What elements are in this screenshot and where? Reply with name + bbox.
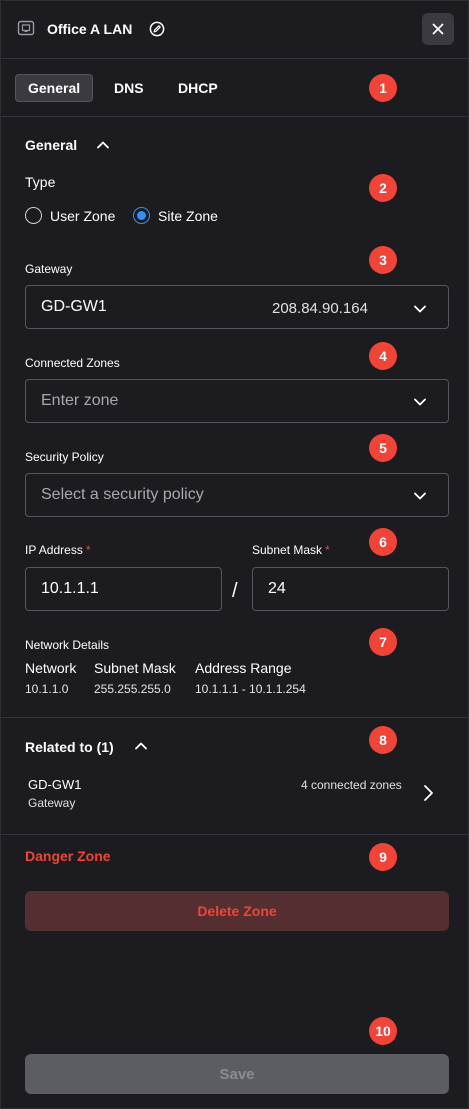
address-range-value: 10.1.1.1 - 10.1.1.254 — [195, 682, 306, 696]
network-header: Network — [25, 660, 77, 676]
zone-details-panel: Office A LAN General DNS DHCP 1 General … — [0, 0, 469, 1109]
chevron-up-icon[interactable] — [96, 138, 110, 152]
tab-dns[interactable]: DNS — [102, 74, 156, 102]
related-divider — [1, 834, 469, 835]
radio-user-zone[interactable]: User Zone — [25, 207, 115, 224]
callout-badge-3: 3 — [369, 246, 397, 274]
tabs-divider — [1, 116, 469, 117]
callout-badge-7: 7 — [369, 628, 397, 656]
chevron-up-icon[interactable] — [134, 739, 148, 753]
callout-badge-10: 10 — [369, 1017, 397, 1045]
radio-checked-icon — [133, 207, 150, 224]
security-policy-label: Security Policy — [25, 450, 104, 464]
chevron-right-icon — [424, 785, 433, 801]
page-title: Office A LAN — [47, 21, 133, 37]
subnet-mask-detail-value: 255.255.255.0 — [94, 682, 171, 696]
security-policy-select[interactable]: Select a security policy — [25, 473, 449, 517]
network-details-label: Network Details — [25, 638, 110, 652]
callout-badge-8: 8 — [369, 726, 397, 754]
ip-address-value: 10.1.1.1 — [41, 580, 99, 597]
chevron-down-icon — [414, 492, 426, 500]
callout-badge-9: 9 — [369, 843, 397, 871]
chevron-down-icon — [414, 305, 426, 313]
related-section-title: Related to (1) — [25, 739, 114, 755]
callout-badge-1: 1 — [369, 74, 397, 102]
subnet-mask-header: Subnet Mask — [94, 660, 176, 676]
delete-zone-button[interactable]: Delete Zone — [25, 891, 449, 931]
ip-address-field[interactable]: 10.1.1.1 — [25, 567, 222, 611]
network-port-icon — [17, 20, 35, 36]
gateway-label: Gateway — [25, 262, 73, 276]
chevron-down-icon — [414, 398, 426, 406]
edit-icon[interactable] — [149, 21, 165, 37]
callout-badge-2: 2 — [369, 174, 397, 202]
tab-general[interactable]: General — [15, 74, 94, 102]
close-button[interactable] — [422, 13, 454, 45]
security-policy-placeholder: Select a security policy — [41, 486, 204, 503]
subnet-mask-value: 24 — [268, 580, 286, 597]
address-range-header: Address Range — [195, 660, 292, 676]
close-icon — [432, 23, 444, 35]
required-marker: * — [325, 543, 330, 557]
radio-site-zone[interactable]: Site Zone — [133, 207, 218, 224]
subnet-mask-field[interactable]: 24 — [252, 567, 449, 611]
required-marker: * — [85, 543, 91, 557]
radio-user-zone-label: User Zone — [50, 207, 116, 224]
danger-zone-title: Danger Zone — [25, 848, 111, 864]
header-divider — [1, 58, 469, 59]
ip-address-label: IP Address * — [25, 543, 91, 557]
type-label: Type — [25, 174, 56, 190]
subnet-mask-label: Subnet Mask * — [252, 543, 330, 557]
connected-zones-label: Connected Zones — [25, 356, 120, 370]
callout-badge-4: 4 — [369, 342, 397, 370]
gateway-name: GD-GW1 — [41, 298, 107, 315]
related-item-detail: 4 connected zones — [301, 778, 402, 792]
related-item-type: Gateway — [28, 796, 76, 810]
gateway-ip: 208.84.90.164 — [272, 300, 368, 317]
radio-site-zone-label: Site Zone — [158, 207, 218, 224]
related-item[interactable]: GD-GW1 Gateway 4 connected zones — [17, 769, 449, 815]
general-section-title: General — [25, 137, 78, 153]
callout-badge-6: 6 — [369, 528, 397, 556]
radio-unchecked-icon — [25, 207, 42, 224]
network-value: 10.1.1.0 — [25, 682, 69, 696]
related-item-name: GD-GW1 — [28, 777, 82, 792]
general-divider — [1, 717, 469, 718]
connected-zones-placeholder: Enter zone — [41, 392, 119, 409]
tab-dhcp[interactable]: DHCP — [166, 74, 230, 102]
gateway-select[interactable]: GD-GW1 208.84.90.164 — [25, 285, 449, 329]
callout-badge-5: 5 — [369, 434, 397, 462]
ip-subnet-separator: / — [232, 580, 238, 602]
save-button[interactable]: Save — [25, 1054, 449, 1094]
connected-zones-input[interactable]: Enter zone — [25, 379, 449, 423]
